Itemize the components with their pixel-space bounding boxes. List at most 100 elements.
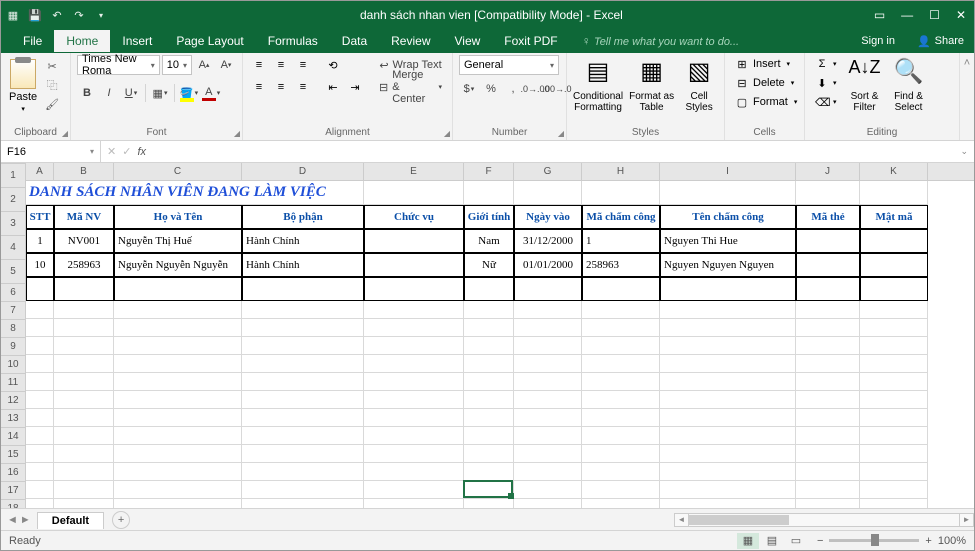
sign-in[interactable]: Sign in xyxy=(849,31,907,51)
cell[interactable] xyxy=(514,277,582,301)
cell[interactable] xyxy=(364,445,464,463)
cell[interactable] xyxy=(364,229,464,253)
cell[interactable] xyxy=(660,499,796,508)
cell[interactable]: 31/12/2000 xyxy=(514,229,582,253)
cell[interactable] xyxy=(514,373,582,391)
cell[interactable] xyxy=(660,319,796,337)
cell[interactable] xyxy=(860,301,928,319)
cell[interactable] xyxy=(660,373,796,391)
col-header[interactable]: E xyxy=(364,163,464,180)
clear-button[interactable]: ⌫▾ xyxy=(811,93,841,111)
cell[interactable] xyxy=(464,463,514,481)
cell[interactable] xyxy=(464,409,514,427)
cell[interactable] xyxy=(364,463,464,481)
cell[interactable] xyxy=(660,409,796,427)
view-page-layout-icon[interactable]: ▤ xyxy=(761,533,783,549)
cell[interactable] xyxy=(364,301,464,319)
row-header[interactable]: 8 xyxy=(1,320,25,338)
cell[interactable] xyxy=(582,427,660,445)
cell[interactable] xyxy=(660,301,796,319)
cell[interactable] xyxy=(114,427,242,445)
cell[interactable] xyxy=(796,409,860,427)
cell[interactable] xyxy=(54,319,114,337)
cell[interactable] xyxy=(660,391,796,409)
minimize-icon[interactable]: — xyxy=(901,8,913,22)
cell[interactable] xyxy=(364,355,464,373)
cell[interactable] xyxy=(796,373,860,391)
cell[interactable]: Giới tính xyxy=(464,205,514,229)
decrease-decimal-icon[interactable]: .00→.0 xyxy=(547,79,567,99)
cells-insert-button[interactable]: ⊞Insert▾ xyxy=(731,55,801,73)
zoom-level[interactable]: 100% xyxy=(938,535,966,547)
share-button[interactable]: 👤Share xyxy=(907,31,974,52)
indent-increase-icon[interactable]: ⇥ xyxy=(345,77,365,97)
cell[interactable]: Ngày vào xyxy=(514,205,582,229)
accounting-icon[interactable]: $ xyxy=(459,79,479,99)
cell[interactable] xyxy=(464,499,514,508)
cell[interactable] xyxy=(796,427,860,445)
enter-formula-icon[interactable]: ✓ xyxy=(122,145,131,158)
cell[interactable] xyxy=(26,355,54,373)
cell[interactable] xyxy=(796,181,860,205)
cell[interactable] xyxy=(860,337,928,355)
cell[interactable] xyxy=(860,319,928,337)
cell[interactable] xyxy=(114,481,242,499)
align-right-icon[interactable]: ≡ xyxy=(293,77,313,97)
cell[interactable] xyxy=(796,253,860,277)
cell[interactable] xyxy=(796,319,860,337)
cell[interactable] xyxy=(114,373,242,391)
cell[interactable] xyxy=(796,229,860,253)
cell[interactable] xyxy=(26,301,54,319)
name-box[interactable]: F16▾ xyxy=(1,141,101,162)
col-header[interactable]: B xyxy=(54,163,114,180)
cell[interactable] xyxy=(26,319,54,337)
cell[interactable]: 1 xyxy=(582,229,660,253)
cell[interactable]: Nguyen Thi Hue xyxy=(660,229,796,253)
format-as-table-button[interactable]: ▦Format as Table xyxy=(627,55,676,113)
cell[interactable] xyxy=(860,373,928,391)
cell[interactable] xyxy=(114,391,242,409)
sheet-nav-prev-icon[interactable]: ◄ xyxy=(7,514,18,526)
fill-button[interactable]: ⬇▾ xyxy=(811,74,841,92)
align-bottom-icon[interactable]: ≡ xyxy=(293,55,313,75)
col-header[interactable]: J xyxy=(796,163,860,180)
cell[interactable] xyxy=(242,373,364,391)
merge-center-button[interactable]: ⊟Merge & Center xyxy=(375,77,446,97)
horizontal-scrollbar[interactable]: ◄ ► xyxy=(674,513,974,527)
cell[interactable] xyxy=(26,373,54,391)
cell[interactable] xyxy=(26,337,54,355)
cell[interactable] xyxy=(660,463,796,481)
save-icon[interactable]: 💾 xyxy=(27,9,43,22)
select-all-button[interactable] xyxy=(1,163,25,164)
row-header[interactable]: 9 xyxy=(1,338,25,356)
cell[interactable] xyxy=(514,481,582,499)
cell[interactable]: Mã chấm công xyxy=(582,205,660,229)
cell[interactable] xyxy=(54,481,114,499)
sort-filter-button[interactable]: A↓ZSort & Filter xyxy=(845,55,885,113)
conditional-formatting-button[interactable]: ▤Conditional Formatting xyxy=(573,55,623,113)
collapse-ribbon-icon[interactable]: ˄ xyxy=(964,57,970,69)
find-select-button[interactable]: 🔍Find & Select xyxy=(889,55,929,113)
cell[interactable] xyxy=(660,481,796,499)
row-header[interactable]: 5 xyxy=(1,260,25,284)
percent-icon[interactable]: % xyxy=(481,79,501,99)
cell[interactable] xyxy=(364,391,464,409)
cell[interactable] xyxy=(114,337,242,355)
cell[interactable] xyxy=(582,391,660,409)
cell[interactable] xyxy=(26,277,54,301)
cell[interactable] xyxy=(860,481,928,499)
formula-input[interactable] xyxy=(152,141,954,162)
tab-foxit[interactable]: Foxit PDF xyxy=(492,30,569,52)
redo-icon[interactable]: ↷ xyxy=(71,9,87,22)
cell[interactable] xyxy=(242,409,364,427)
cell[interactable] xyxy=(114,445,242,463)
cell[interactable] xyxy=(860,391,928,409)
cell[interactable] xyxy=(464,277,514,301)
cell[interactable] xyxy=(660,337,796,355)
sheet-tab-default[interactable]: Default xyxy=(37,512,104,529)
cell-styles-button[interactable]: ▧Cell Styles xyxy=(680,55,718,113)
cell[interactable] xyxy=(54,337,114,355)
sheet-nav-next-icon[interactable]: ► xyxy=(20,514,31,526)
number-launcher-icon[interactable]: ◢ xyxy=(558,129,564,138)
cell[interactable] xyxy=(242,481,364,499)
